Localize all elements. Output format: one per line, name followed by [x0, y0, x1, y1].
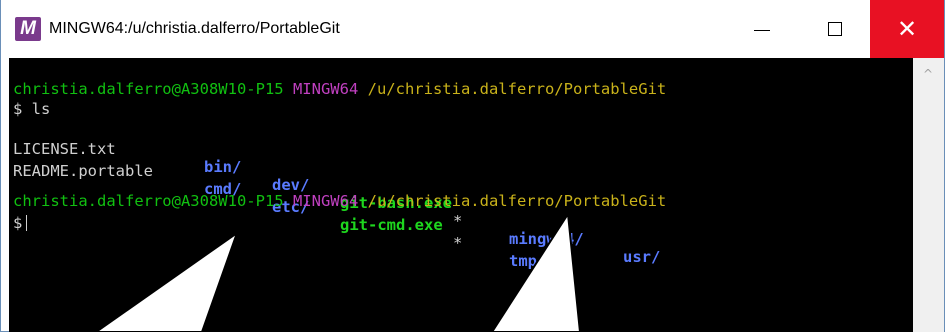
prompt-user-host: christia.dalferro@A308W10-P15	[13, 192, 284, 210]
prompt-path: /u/christia.dalferro/PortableGit	[367, 80, 667, 98]
app-icon-letter: M	[20, 18, 36, 39]
command-line: $ ls	[13, 100, 51, 118]
text-cursor	[26, 215, 28, 231]
dir-bin: bin/	[204, 158, 242, 176]
exe-marker: *	[453, 234, 463, 252]
dir-tmp: tmp/	[509, 252, 547, 270]
prompt-shell: MINGW64	[292, 192, 359, 210]
dir-mingw64: mingw64/	[509, 230, 584, 248]
minimize-icon	[754, 29, 770, 31]
window-title: MINGW64:/u/christia.dalferro/PortableGit	[49, 20, 340, 37]
file-readme: README.portable	[13, 162, 153, 180]
exe-git-cmd: git-cmd.exe	[340, 216, 443, 234]
input-line[interactable]: $	[13, 214, 28, 232]
exe-marker: *	[453, 212, 463, 230]
title-bar[interactable]: M MINGW64:/u/christia.dalferro/PortableG…	[1, 0, 944, 58]
terminal-window: M MINGW64:/u/christia.dalferro/PortableG…	[0, 0, 945, 332]
scroll-up-arrow-icon[interactable]: ^	[919, 66, 937, 82]
close-button[interactable]: ✕	[870, 0, 944, 58]
terminal-output[interactable]: christia.dalferro@A308W10-P15 MINGW64 /u…	[9, 58, 913, 332]
close-icon: ✕	[896, 15, 918, 43]
prompt-shell: MINGW64	[292, 80, 359, 98]
prompt-line-2: christia.dalferro@A308W10-P15 MINGW64 /u…	[13, 192, 666, 210]
maximize-button[interactable]	[798, 0, 872, 58]
maximize-icon	[828, 22, 842, 36]
prompt-line-1: christia.dalferro@A308W10-P15 MINGW64 /u…	[13, 80, 666, 98]
mingw-app-icon[interactable]: M	[15, 17, 41, 41]
prompt-user-host: christia.dalferro@A308W10-P15	[13, 80, 284, 98]
dir-usr: usr/	[623, 248, 661, 266]
vertical-scrollbar[interactable]: ^	[913, 58, 944, 332]
input-prompt: $	[13, 214, 23, 232]
minimize-button[interactable]	[725, 0, 799, 58]
prompt-path: /u/christia.dalferro/PortableGit	[367, 192, 667, 210]
